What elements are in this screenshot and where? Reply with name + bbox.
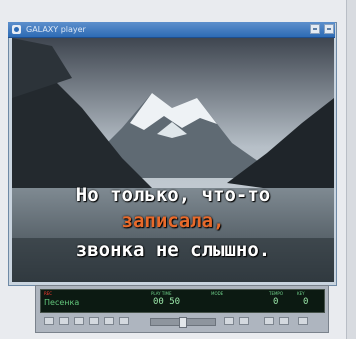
app-icon	[12, 25, 21, 34]
mode-label: MODE	[211, 291, 224, 296]
play-button[interactable]	[74, 317, 84, 325]
window-titlebar[interactable]: GALAXY player	[8, 22, 335, 38]
video-area: Но только, что-то записала, звонка не сл…	[12, 38, 334, 282]
tempo-label: TEMPO	[269, 291, 283, 296]
lyric-line-2: записала,	[121, 210, 225, 232]
play-time-value: 00 50	[153, 297, 181, 307]
key-up-button[interactable]	[279, 317, 289, 325]
next-button[interactable]	[119, 317, 129, 325]
key-label: KEY	[297, 291, 305, 296]
rewind-button[interactable]	[59, 317, 69, 325]
mode-button[interactable]	[298, 317, 308, 325]
stop-button[interactable]	[89, 317, 99, 325]
window-title: GALAXY player	[26, 25, 86, 34]
prev-button[interactable]	[44, 317, 54, 325]
lcd-display: REC PLAY TIME MODE TEMPO KEY Песенка 00 …	[40, 289, 325, 313]
play-time-label: PLAY TIME	[151, 291, 172, 296]
key-down-button[interactable]	[264, 317, 274, 325]
control-buttons	[40, 317, 323, 328]
tempo-up-button[interactable]	[239, 317, 249, 325]
lyric-line-1: Но только, что-то	[75, 184, 271, 206]
tempo-down-button[interactable]	[224, 317, 234, 325]
position-slider[interactable]	[150, 317, 216, 328]
slider-knob[interactable]	[179, 317, 187, 328]
rec-indicator: REC	[44, 291, 53, 296]
tempo-value: 0	[273, 297, 279, 307]
forward-button[interactable]	[104, 317, 114, 325]
key-value: 0	[303, 297, 309, 307]
lyric-line-3: звонка не слышно.	[75, 239, 271, 261]
close-icon[interactable]	[324, 24, 334, 34]
minimize-icon[interactable]	[310, 24, 320, 34]
song-name: Песенка	[44, 298, 80, 307]
page-edge-strip	[346, 0, 356, 339]
